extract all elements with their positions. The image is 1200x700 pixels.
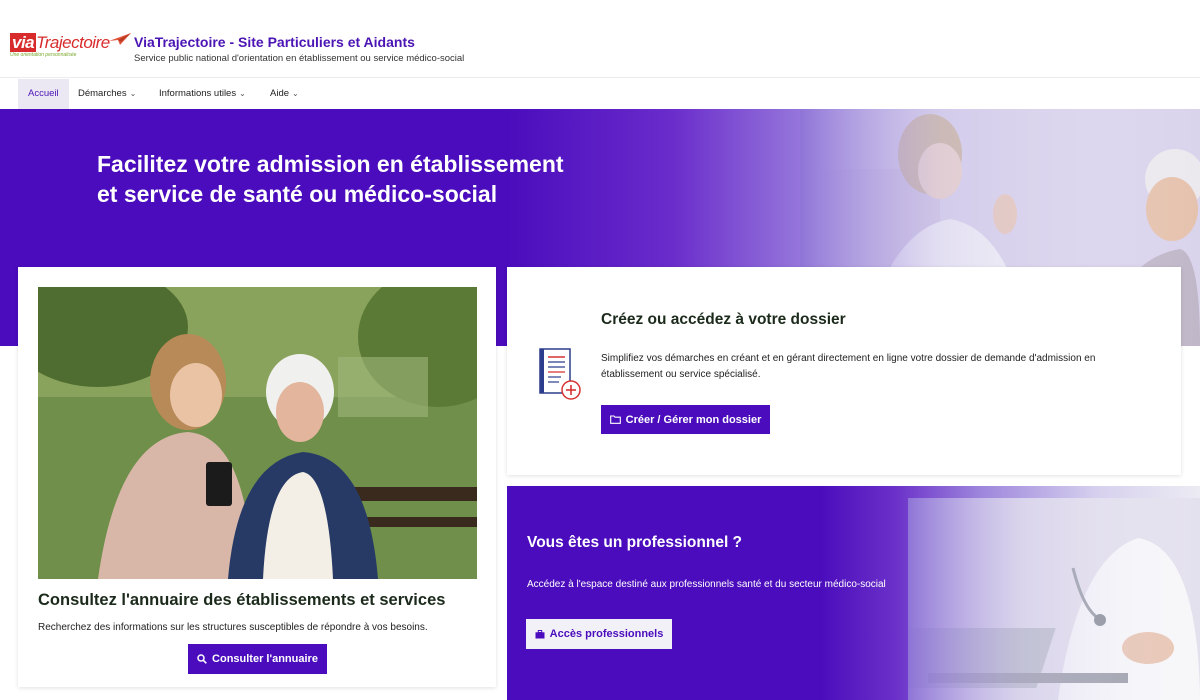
nav-item-label: Accueil (28, 88, 59, 99)
nav-item-label: Démarches (78, 88, 127, 99)
dossier-title: Créez ou accédez à votre dossier (601, 311, 846, 328)
nav-item-label: Aide (270, 88, 290, 99)
document-add-icon (539, 348, 581, 400)
nav-item-label: Informations utiles (159, 88, 237, 99)
nav-item-informations-utiles[interactable]: Informations utiles ⌄ (149, 79, 256, 109)
acces-professionnels-label: Accès professionnels (549, 628, 664, 640)
hero-title: Facilitez votre admission en établisseme… (97, 149, 657, 209)
hero-title-line1: Facilitez votre admission en établisseme… (97, 151, 564, 177)
annuaire-description: Recherchez des informations sur les stru… (38, 622, 428, 633)
site-title[interactable]: ViaTrajectoire - Site Particuliers et Ai… (134, 34, 415, 50)
hero-title-line2: et service de santé ou médico-social (97, 181, 498, 207)
paper-plane-icon (109, 33, 131, 45)
consulter-annuaire-label: Consulter l'annuaire (212, 653, 318, 665)
nav-item-accueil[interactable]: Accueil (18, 79, 69, 109)
annuaire-title: Consultez l'annuaire des établissements … (38, 591, 446, 609)
site-header: via Trajectoire Une orientation personnal… (0, 0, 1200, 78)
logo-tagline: Une orientation personnalisée (10, 52, 77, 58)
chevron-down-icon: ⌄ (239, 89, 246, 98)
folder-icon (609, 415, 621, 424)
professionnel-card: Vous êtes un professionnel ? Accédez à l… (507, 486, 1200, 700)
chevron-down-icon: ⌄ (129, 89, 137, 98)
creer-gerer-dossier-button[interactable]: Créer / Gérer mon dossier (601, 405, 770, 434)
search-icon (197, 654, 207, 664)
briefcase-icon (535, 629, 545, 638)
professionnel-title: Vous êtes un professionnel ? (527, 534, 743, 551)
nav-item-aide[interactable]: Aide ⌄ (260, 79, 309, 109)
chevron-down-icon: ⌄ (292, 89, 299, 98)
logo-trajectoire-text: Trajectoire (36, 33, 110, 52)
main-nav: Accueil Démarches ⌄ Informations utiles ⌄ … (0, 79, 1200, 109)
annuaire-card: Consultez l'annuaire des établissements … (18, 267, 496, 687)
site-subtitle: Service public national d'orientation en… (134, 53, 465, 64)
viatrajectoire-logo[interactable]: via Trajectoire Une orientation personnal… (10, 33, 131, 64)
nav-item-demarches[interactable]: Démarches ⌄ (68, 79, 146, 109)
consulter-annuaire-button[interactable]: Consulter l'annuaire (188, 644, 327, 674)
professionnel-description: Accédez à l'espace destiné aux professio… (527, 579, 886, 590)
dossier-card: Créez ou accédez à votre dossier Simplif… (507, 267, 1181, 475)
creer-gerer-dossier-label: Créer / Gérer mon dossier (625, 413, 762, 426)
logo-via-text: via (10, 33, 37, 52)
acces-professionnels-button[interactable]: Accès professionnels (526, 619, 672, 649)
annuaire-photo-women-smartphone (38, 287, 477, 579)
dossier-description: Simplifiez vos démarches en créant et en… (601, 353, 1096, 380)
professionnel-photo-doctor-laptop (908, 498, 1200, 700)
